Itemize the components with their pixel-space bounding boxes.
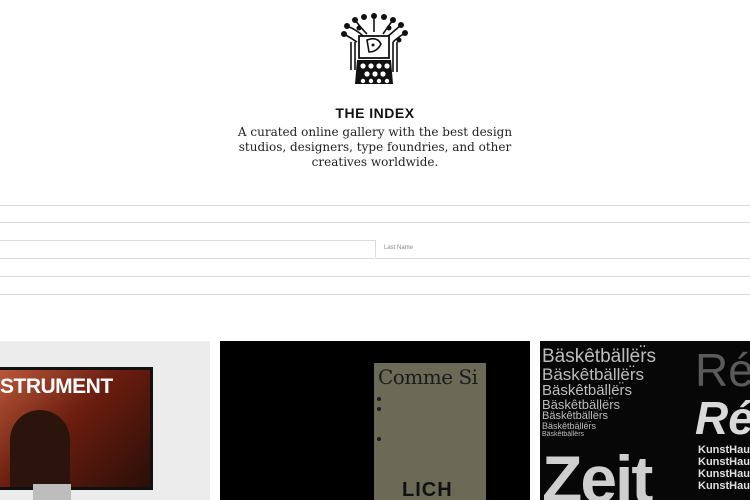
form-divider	[0, 294, 750, 295]
book-title: Comme Si	[378, 365, 478, 389]
site-title: THE INDEX	[335, 105, 415, 121]
first-name-field[interactable]	[0, 240, 375, 258]
kunsthaus-line: KunstHaus	[698, 480, 750, 492]
monitor-stand	[33, 484, 71, 500]
gallery-card-comme-si[interactable]: Comme Si LICH	[220, 341, 530, 500]
kunsthaus-line: KunstHaus	[698, 468, 750, 480]
last-name-field[interactable]: Last Name	[375, 240, 750, 257]
specimen-line: Bäskêtbällër̈s	[542, 421, 597, 431]
gallery-card-type-specimen[interactable]: Bäskêtbällër̈s Bäskêtbällër̈s Bäskêtbäll…	[540, 341, 750, 500]
specimen-accent-italic: Ré	[695, 392, 750, 444]
kunsthaus-line: KunstHaus	[698, 456, 750, 468]
book-dot	[377, 437, 381, 441]
specimen-line: Bäskêtbällër̈s	[542, 365, 645, 384]
monitor-mockup: STRUMENT	[0, 367, 153, 490]
book-bottom-text: LICH	[402, 479, 453, 500]
specimen-accent-text: Ré	[695, 344, 750, 396]
book-cover: Comme Si LICH	[374, 363, 486, 500]
form-divider	[0, 258, 750, 259]
book-dot	[377, 407, 381, 411]
book-dot	[377, 397, 381, 401]
site-tagline: A curated online gallery with the best d…	[237, 125, 513, 169]
specimen-line: Bäskêtbällër̈s	[542, 382, 633, 399]
card-headline: STRUMENT	[0, 375, 113, 398]
form-divider	[0, 205, 750, 206]
kunsthaus-line: KunstHaus	[698, 444, 750, 456]
form-divider	[0, 276, 750, 277]
form-divider	[0, 222, 750, 223]
gallery-card-instrument[interactable]: STRUMENT	[0, 341, 210, 500]
specimen-zeit: Zeit	[542, 442, 653, 500]
specimen-line: Bäskêtbällër̈s	[542, 431, 585, 438]
portrait-figure	[10, 410, 70, 487]
the-index-logo	[341, 13, 408, 84]
specimen-line: Bäskêtbällër̈s	[542, 346, 657, 367]
